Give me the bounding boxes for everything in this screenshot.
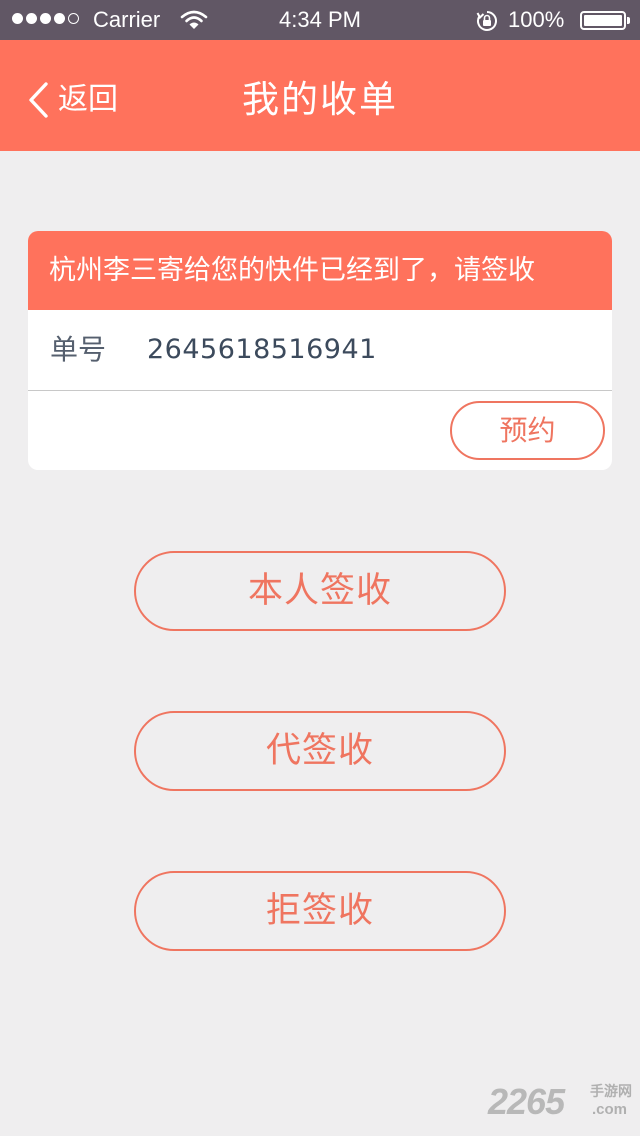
sign-proxy-button[interactable]: 代签收 (134, 711, 506, 791)
watermark-digits: 2265 (488, 1081, 565, 1122)
delivery-notice: 杭州李三寄给您的快件已经到了，请签收 (28, 231, 612, 310)
order-number-row: 单号 2645618516941 (28, 310, 612, 391)
battery-percentage: 100% (508, 7, 565, 32)
order-number-value: 2645618516941 (147, 334, 377, 365)
battery-icon (580, 11, 626, 30)
navigation-bar: 返回 我的收单 (0, 40, 640, 151)
refuse-sign-button[interactable]: 拒签收 (134, 871, 506, 951)
appointment-button[interactable]: 预约 (450, 401, 605, 460)
rotation-lock-icon (476, 11, 497, 31)
card-footer: 预约 (28, 391, 612, 470)
watermark-domain: .com (592, 1101, 628, 1118)
delivery-card: 杭州李三寄给您的快件已经到了，请签收 单号 2645618516941 预约 (28, 231, 612, 470)
page-title: 我的收单 (242, 78, 398, 121)
watermark-chinese: 手游网 (590, 1084, 632, 1100)
battery-tip (627, 17, 630, 24)
watermark-logo: 2265 手游网 .com (488, 1082, 638, 1122)
status-bar: Carrier 4:34 PM 100% (0, 0, 640, 40)
sign-self-button[interactable]: 本人签收 (134, 551, 506, 631)
order-number-label: 单号 (50, 333, 107, 366)
